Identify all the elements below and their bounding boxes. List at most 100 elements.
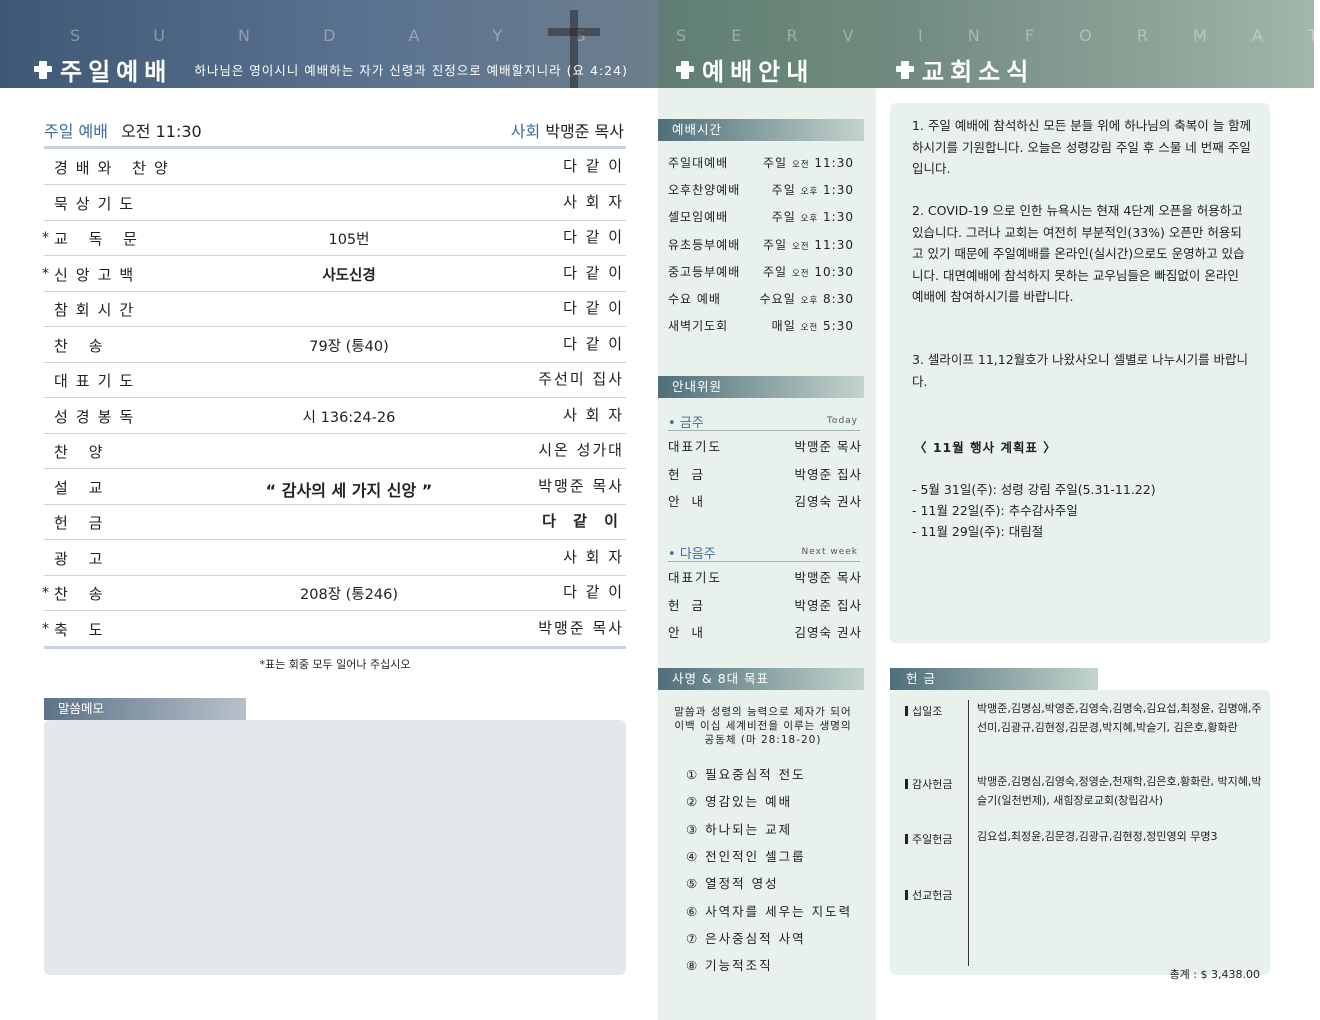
order-row: 찬 양 시온 성가대 [44, 433, 626, 469]
service-time: 오전 11:30 [121, 122, 202, 141]
service-label: 주일 예배 [44, 122, 108, 141]
memo-title: 말씀메모 [44, 698, 246, 720]
order-row: 대표기도 주선미 집사 [44, 362, 626, 398]
worship-day: 매일 [771, 319, 796, 334]
total-label: 총계 : [1169, 968, 1198, 981]
order-item-leader: 다 같 이 [563, 157, 624, 175]
news-item-1: 1. 주일 예배에 참석하신 모든 분들 위에 하나님의 축복이 늘 함께 하시… [912, 118, 1252, 176]
total-amount: $ 3,438.00 [1200, 968, 1260, 981]
order-item-name: 광 고 [54, 549, 111, 568]
mission-intro: 말씀과 성령의 능력으로 제자가 되어 이백 이십 세계비전을 이루는 생명의 … [674, 706, 852, 746]
worship-ampm: 오후 [800, 296, 819, 306]
worship-schedule: 주일 오후 1:30 [772, 181, 854, 198]
standing-mark: * [42, 265, 49, 282]
order-item-detail: 시 136:24-26 [302, 409, 396, 426]
header-verse: 하나님은 영이시니 예배하는 자가 신령과 진정으로 예배할지니라 (요 4:2… [194, 63, 628, 78]
worship-ampm: 오후 [800, 214, 819, 225]
header-title-right: 교회소식 [896, 52, 1034, 87]
worship-day: 주일 [763, 264, 788, 279]
offering-names: 박맹준,김명심,박영준,김영숙,김명숙,김요섭,최정윤, 김명애,주선미,김광규… [977, 702, 1262, 734]
church-cross-icon [896, 60, 914, 79]
order-item-name: 참회시간 [54, 301, 142, 319]
mission-goal: ① 필요중심적 전도 [686, 767, 806, 782]
order-item-leader: 사 회 자 [563, 405, 624, 424]
order-item-name: 묵상기도 [54, 194, 142, 213]
order-item-name: 성경봉독 [54, 407, 142, 426]
header-letters-mid: S E R V I C E [676, 26, 878, 45]
worship-name: 오후찬양예배 [668, 183, 741, 198]
offering-category: 십일조 [905, 703, 942, 719]
worship-schedule: 주일 오전 11:30 [763, 236, 854, 253]
mission-goal: ⑥ 사역자를 세우는 지도력 [686, 903, 853, 919]
greeter-name: 박영준 집사 [794, 466, 862, 482]
worship-times-title: 예배시간 [658, 119, 864, 141]
order-item-name: 찬 송 [54, 336, 111, 355]
worship-time: 11:30 [814, 237, 854, 252]
order-item-leader: 박맹준 목사 [538, 618, 624, 637]
mission-goal: ③ 하나되는 교제 [686, 821, 793, 837]
host-name: 박맹준 목사 [545, 122, 624, 141]
order-row: * 찬 송 208장 (통246) 다 같 이 [42, 575, 626, 611]
worship-time: 1:30 [823, 183, 854, 198]
worship-day: 주일 [771, 183, 796, 198]
order-item-leader: 사 회 자 [563, 192, 624, 211]
offering-category: 감사헌금 [905, 776, 952, 792]
worship-ampm: 오전 [800, 323, 819, 334]
worship-ampm: 오전 [791, 241, 810, 252]
order-row: 설 교 “ 감사의 세 가지 신앙 ” 박맹준 목사 [44, 469, 626, 505]
order-row: 참회시간 다 같 이 [44, 291, 626, 327]
greeter-role: 대표기도 [668, 570, 723, 585]
order-item-leader: 시온 성가대 [538, 441, 624, 459]
this-week-header: 금주 Today [668, 412, 860, 431]
order-item-name: 신앙고백 [54, 265, 142, 284]
header-mid: S E R V I C E 예배안내 [658, 0, 878, 88]
order-item-detail: 79장 (통40) [309, 338, 389, 355]
order-item-leader: 박맹준 목사 [538, 476, 624, 495]
order-item-name: 교 독 문 [54, 230, 145, 248]
greeter-name: 김영숙 권사 [794, 494, 862, 509]
order-row: 광 고사 회 자 [44, 540, 626, 576]
standing-mark: * [42, 620, 49, 637]
worship-day: 주일 [771, 210, 796, 225]
worship-name: 셀모임예배 [668, 210, 729, 225]
standing-note: *표는 회중 모두 일어나 주십시오 [259, 658, 411, 671]
worship-schedule: 수요일 오후 8:30 [760, 290, 854, 307]
greeter-name: 박맹준 목사 [794, 570, 862, 585]
header-letters-right: I N F O R M A T I O N [918, 26, 1314, 45]
order-item-leader: 다 같 이 [563, 228, 624, 246]
mission-goal: ⑤ 열정적 영성 [686, 876, 779, 892]
greeter-role: 헌금 [668, 597, 716, 613]
event-item: - 5월 31일(주): 성령 강림 주일(5.31-11.22) [912, 482, 1156, 497]
order-row: 찬 송 79장 (통40) 다 같 이 [44, 327, 626, 363]
worship-name: 새벽기도회 [668, 319, 729, 334]
greeter-name: 김영숙 권사 [794, 625, 862, 640]
order-item-name: 찬 양 [54, 443, 111, 461]
order-row: * 신앙고백 사도신경 다 같 이 [42, 256, 626, 292]
worship-schedule: 주일 오후 1:30 [772, 208, 854, 225]
next-week-label: 다음주 [668, 543, 716, 562]
offering-total: 총계 : $ 3,438.00 [1170, 966, 1260, 982]
events-title: 〈 11월 행사 계획표 〉 [914, 440, 1057, 455]
header-left: S U N D A Y S E R V I C E 주일예배 하나님은 영이시니… [0, 0, 658, 88]
greeter-role: 안내 [668, 625, 716, 640]
order-item-name: 헌 금 [54, 514, 111, 532]
order-item-name: 설 교 [54, 478, 111, 497]
order-item-leader: 다 같 이 [563, 583, 624, 601]
order-row: 헌 금다 같 이 [44, 504, 626, 540]
worship-time: 1:30 [823, 210, 854, 225]
worship-name: 중고등부예배 [668, 264, 741, 279]
worship-ampm: 오전 [791, 160, 810, 170]
worship-name: 유초등부예배 [668, 237, 741, 252]
offering-category: 주일헌금 [905, 831, 952, 847]
worship-time: 8:30 [823, 292, 854, 306]
order-row: 성경봉독 시 136:24-26 사 회 자 [44, 398, 626, 434]
greeter-role: 안내 [668, 494, 716, 509]
church-cross-icon [676, 60, 694, 79]
order-item-leader: 주선미 집사 [538, 370, 624, 388]
order-item-detail: “ 감사의 세 가지 신앙 ” [265, 480, 433, 500]
worship-time: 5:30 [823, 319, 854, 334]
order-row: 경배와 찬양 다 같 이 [44, 149, 626, 185]
worship-name: 주일대예배 [668, 156, 729, 170]
worship-schedule: 매일 오전 5:30 [772, 317, 854, 334]
worship-schedule: 주일 오전 11:30 [763, 154, 854, 171]
